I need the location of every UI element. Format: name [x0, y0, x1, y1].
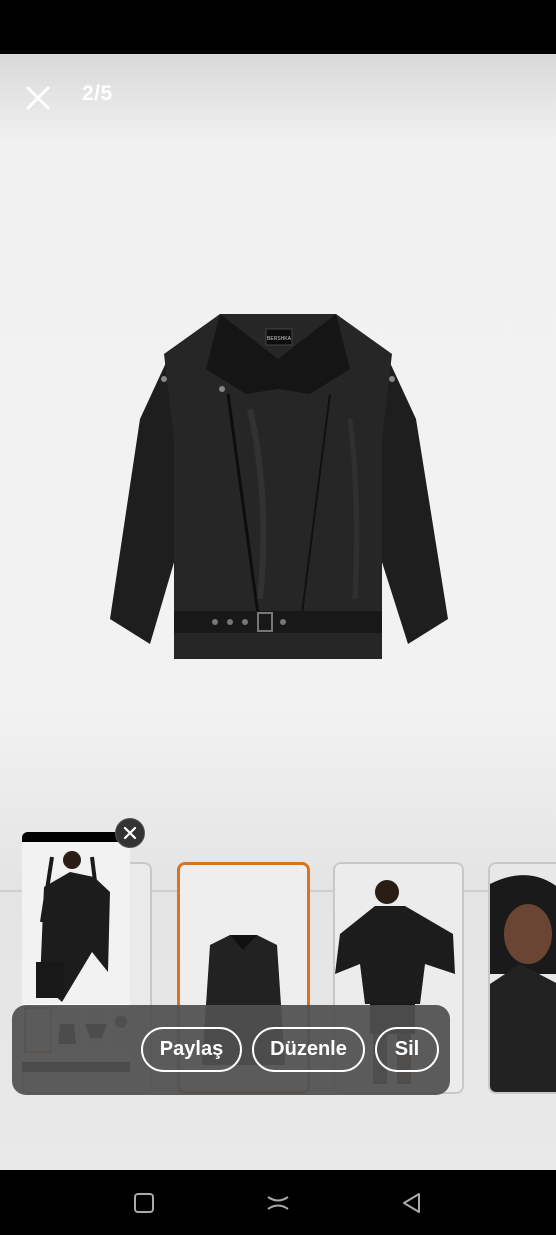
home-button[interactable] [265, 1190, 291, 1216]
navigation-bar [0, 1170, 556, 1235]
status-bar [0, 0, 556, 54]
edit-button[interactable]: Düzenle [252, 1027, 365, 1072]
thumbnail-4[interactable] [488, 862, 556, 1094]
jacket-label: BERSHKA [267, 336, 292, 342]
recents-icon [134, 1193, 154, 1213]
recents-button[interactable] [131, 1190, 157, 1216]
image-counter: 2/5 [82, 82, 113, 105]
back-button[interactable] [399, 1190, 425, 1216]
screenshot-action-bar: Paylaş Düzenle Sil [12, 1005, 450, 1095]
home-icon [267, 1196, 289, 1210]
jacket-image: BERSHKA [110, 314, 448, 659]
preview-close-button[interactable] [115, 818, 145, 848]
delete-button[interactable]: Sil [375, 1027, 439, 1072]
close-icon [26, 86, 50, 110]
back-icon [403, 1193, 420, 1213]
close-button[interactable] [20, 80, 56, 116]
close-icon [123, 826, 137, 840]
share-button[interactable]: Paylaş [141, 1027, 242, 1072]
